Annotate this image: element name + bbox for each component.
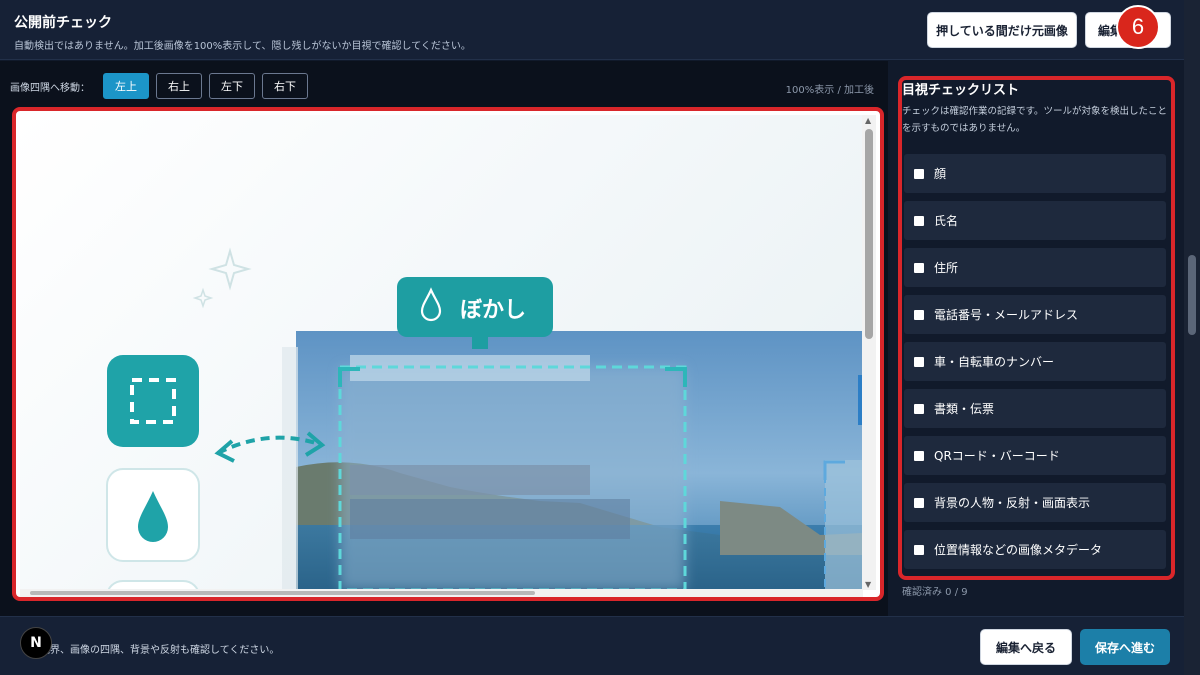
image-canvas[interactable]: ぼかし [20,115,863,590]
checklist-item-label: 車・自転車のナンバー [934,355,1055,369]
page-title: 公開前チェック [14,15,112,31]
back-to-edit-button[interactable]: 編集へ戻る [980,629,1072,665]
hold-original-button[interactable]: 押している間だけ元画像 [927,12,1077,48]
checklist-item-documents[interactable]: 書類・伝票 [904,389,1166,428]
checklist-item-label: 書類・伝票 [934,402,995,416]
checklist-item-license-plate[interactable]: 車・自転車のナンバー [904,342,1166,381]
checklist-title: 目視チェックリスト [902,83,1020,98]
corner-button-bottom-right[interactable]: 右下 [262,73,308,99]
scroll-up-icon[interactable]: ▲ [865,116,871,125]
step-number-badge: 6 [1116,5,1160,49]
page-subtitle: 自動検出ではありません。加工後画像を100%表示して、隠し残しがないか目視で確認… [14,41,471,52]
checklist-item-label: 位置情報などの画像メタデータ [934,543,1103,557]
footer-note: 境界、画像の四隅、背景や反射も確認してください。 [40,645,280,656]
blur-tag-label: ぼかし [460,298,526,323]
corner-button-bottom-left[interactable]: 左下 [209,73,255,99]
corner-button-top-right[interactable]: 右上 [156,73,202,99]
corner-nav-label: 画像四隅へ移動： [10,82,90,94]
checklist-panel: 目視チェックリスト チェックは確認作業の記録です。ツールが対象を検出したことを示… [888,61,1184,616]
checkbox[interactable] [914,450,924,461]
preview-horizontal-scrollbar[interactable] [20,589,863,597]
checklist-item-qr-barcode[interactable]: QRコード・バーコード [904,436,1166,475]
scroll-down-icon[interactable]: ▼ [865,580,871,589]
droplet-tool-icon [106,468,200,562]
vertical-scroll-thumb[interactable] [865,129,873,339]
preview-image: ぼかし [106,247,863,590]
checklist-item-label: 氏名 [934,214,959,228]
checkbox[interactable] [914,544,924,555]
checklist-items: 顔 氏名 住所 電話番号・メールアドレス 車・自転車のナンバー 書類・伝票 QR… [904,154,1166,577]
checklist-item-label: 電話番号・メールアドレス [934,308,1079,322]
select-tool-icon [107,355,199,447]
checklist-item-label: 背景の人物・反射・画面表示 [934,496,1091,510]
corner-button-top-left[interactable]: 左上 [103,73,149,99]
preview-pane: 画像四隅へ移動： 左上 右上 左下 右下 100%表示 / 加工後 ぼかし ▲ … [0,61,888,616]
checkbox[interactable] [914,262,924,273]
checklist-item-background[interactable]: 背景の人物・反射・画面表示 [904,483,1166,522]
blurred-region [338,355,687,590]
checkbox[interactable] [914,168,924,179]
checklist-item-address[interactable]: 住所 [904,248,1166,287]
proceed-to-save-button[interactable]: 保存へ進む [1080,629,1170,665]
checklist-item-label: QRコード・バーコード [934,449,1060,463]
page-header: 公開前チェック 自動検出ではありません。加工後画像を100%表示して、隠し残しが… [0,0,1200,60]
preview-vertical-scrollbar[interactable]: ▲ ▼ [862,115,876,590]
checklist-item-name[interactable]: 氏名 [904,201,1166,240]
page-scroll-thumb[interactable] [1188,255,1196,335]
checkbox[interactable] [914,215,924,226]
checkbox[interactable] [914,309,924,320]
checklist-item-phone-email[interactable]: 電話番号・メールアドレス [904,295,1166,334]
checkbox[interactable] [914,403,924,414]
image-preview-frame: ぼかし ▲ ▼ [12,107,884,601]
checklist-item-metadata[interactable]: 位置情報などの画像メタデータ [904,530,1166,569]
checklist-item-label: 住所 [934,261,959,275]
page-scrollbar[interactable] [1184,0,1200,675]
checklist-description: チェックは確認作業の記録です。ツールが対象を検出したことを示すものではありません… [902,106,1168,134]
page-footer: 境界、画像の四隅、背景や反射も確認してください。 N 編集へ戻る 保存へ進む [0,616,1184,675]
checklist-item-label: 顔 [934,167,947,181]
checkbox[interactable] [914,356,924,367]
app-logo-avatar[interactable]: N [20,627,52,659]
zoom-status: 100%表示 / 加工後 [785,85,874,96]
checklist-item-face[interactable]: 顔 [904,154,1166,193]
corner-navigation: 画像四隅へ移動： 左上 右上 左下 右下 [10,73,308,99]
sparkle-icon [192,247,252,309]
horizontal-scroll-thumb[interactable] [30,591,535,595]
checkbox[interactable] [914,497,924,508]
confirmed-count: 確認済み 0 / 9 [902,587,968,598]
